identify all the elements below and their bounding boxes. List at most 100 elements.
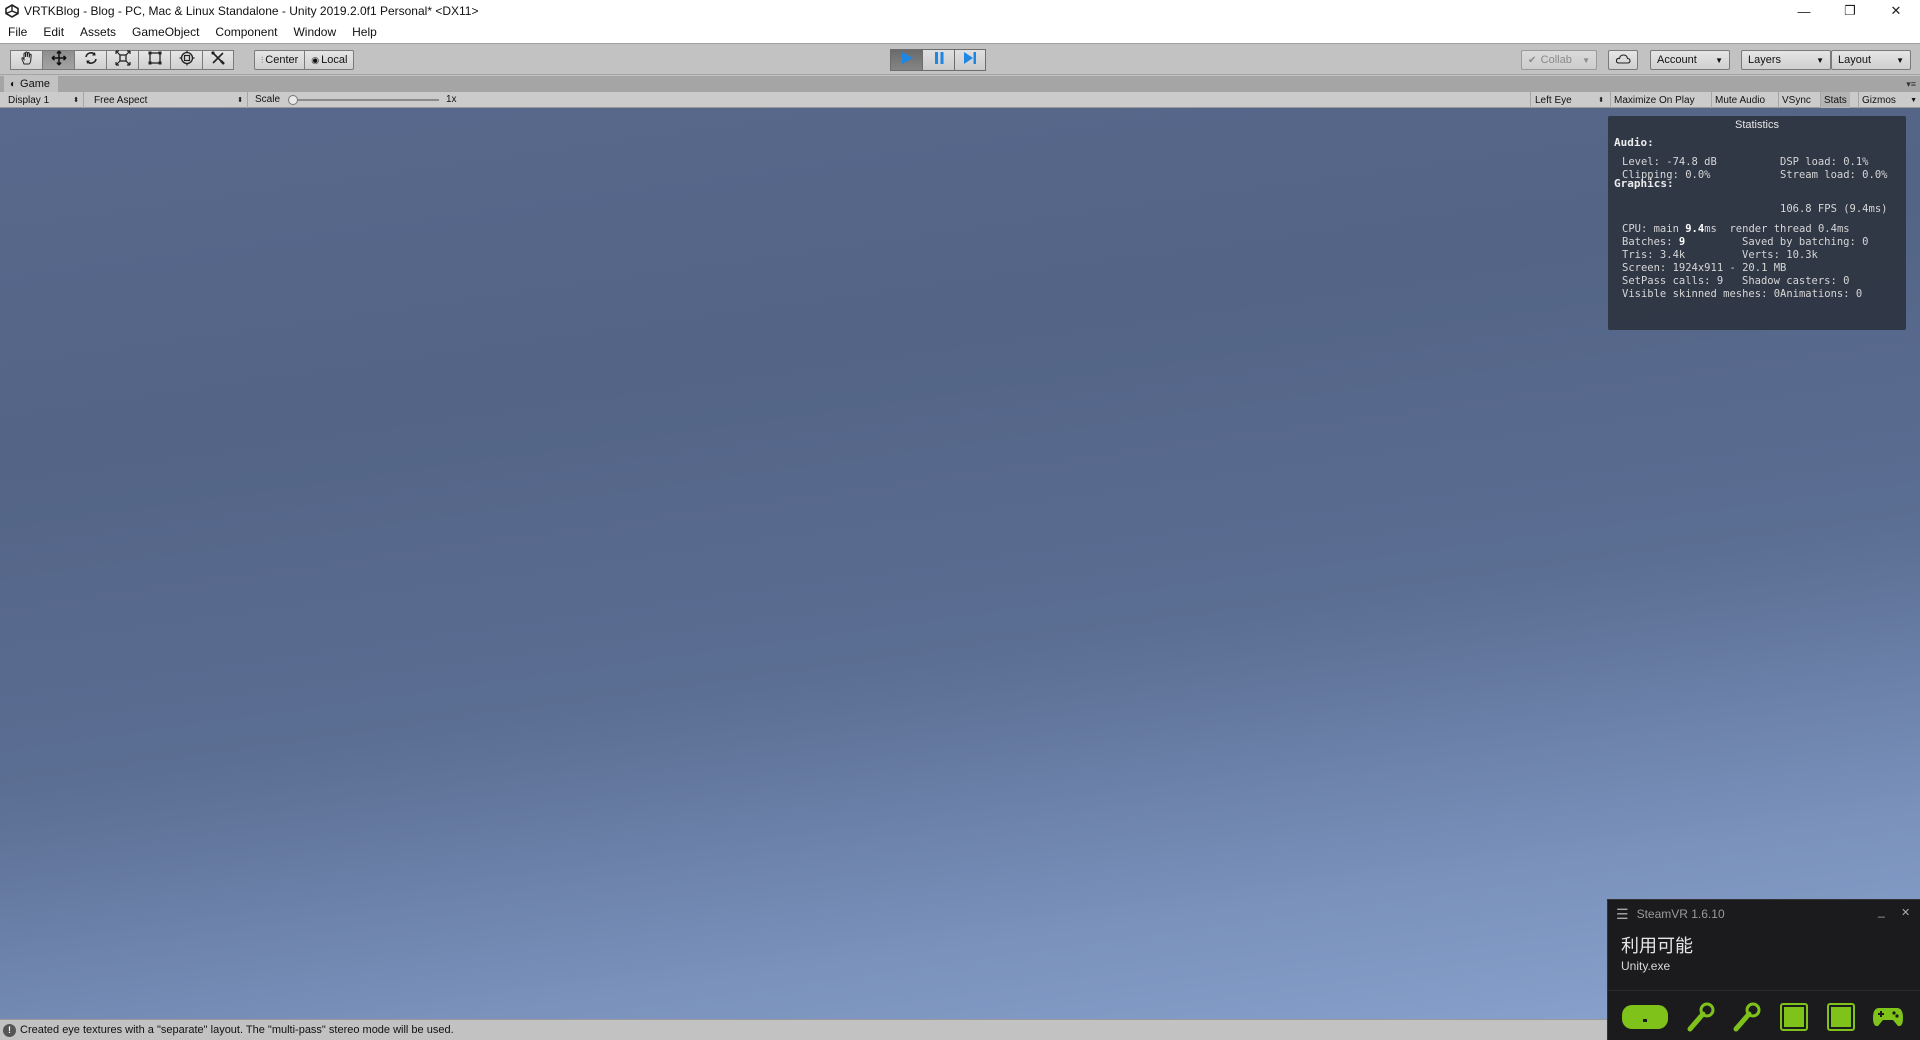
chevron-down-icon: ▼: [1715, 55, 1723, 65]
menu-window[interactable]: Window: [285, 22, 344, 43]
chevron-updown-icon: ⬍: [237, 97, 243, 104]
game-view-toolbar: Display 1 ⬍ Free Aspect ⬍ Scale 1x Left …: [0, 92, 1920, 108]
play-button[interactable]: [890, 49, 922, 71]
layers-dropdown[interactable]: Layers ▼: [1741, 50, 1831, 70]
stream-load: Stream load: 0.0%: [1780, 169, 1888, 181]
animations: Animations: 0: [1780, 288, 1863, 300]
custom-tool-icon: [210, 50, 226, 71]
minimize-icon[interactable]: _: [1878, 904, 1885, 918]
verts: Verts: 10.3k: [1742, 249, 1818, 261]
gamepad-icon[interactable]: [1872, 1006, 1904, 1028]
scale-value: 1x: [446, 94, 457, 105]
display-label: Display 1: [8, 94, 50, 106]
pause-button[interactable]: [922, 49, 954, 71]
status-message: Created eye textures with a "separate" l…: [20, 1024, 454, 1036]
menu-assets[interactable]: Assets: [72, 22, 124, 43]
collab-dropdown[interactable]: ✔ Collab ▼: [1521, 50, 1597, 70]
game-viewport[interactable]: Statistics Audio: Level: -74.8 dB DSP lo…: [0, 108, 1920, 1019]
panel-menu-icon[interactable]: ▾≡: [1906, 79, 1916, 90]
rotate-tool-icon: [83, 50, 99, 71]
base-station-2-icon[interactable]: [1827, 1003, 1855, 1031]
close-button[interactable]: ✕: [1873, 0, 1919, 22]
aspect-dropdown[interactable]: Free Aspect ⬍: [90, 92, 248, 108]
transform-tool-button[interactable]: [170, 50, 202, 70]
window-title: VRTKBlog - Blog - PC, Mac & Linux Standa…: [24, 4, 479, 18]
mute-audio-label: Mute Audio: [1715, 94, 1766, 106]
account-dropdown[interactable]: Account ▼: [1650, 50, 1730, 70]
saved-by-batching: Saved by batching: 0: [1742, 236, 1869, 248]
cpu-main-value: 9.4: [1685, 223, 1705, 235]
controller-right-icon[interactable]: [1732, 1002, 1762, 1032]
transform-tool-icon: [179, 50, 195, 71]
pivot-local-icon: ◉: [311, 54, 320, 65]
pivot-rotation-button[interactable]: ◉ Local: [305, 50, 355, 70]
rotate-tool-button[interactable]: [74, 50, 106, 70]
playback-controls: [890, 49, 986, 71]
rect-tool-button[interactable]: [138, 50, 170, 70]
maximize-button[interactable]: ❐: [1827, 0, 1873, 22]
tab-game[interactable]: ◐ Game: [4, 76, 59, 92]
collab-label: Collab: [1540, 54, 1572, 66]
pause-icon: [932, 51, 946, 70]
scale-slider-thumb[interactable]: [288, 95, 298, 105]
toggle-vsync[interactable]: VSync: [1778, 92, 1814, 108]
display-dropdown[interactable]: Display 1 ⬍: [4, 92, 84, 108]
shadow-casters: Shadow casters: 0: [1742, 275, 1850, 287]
account-label: Account: [1657, 54, 1697, 66]
statistics-overlay: Statistics Audio: Level: -74.8 dB DSP lo…: [1608, 116, 1906, 330]
headset-icon[interactable]: [1621, 1003, 1669, 1031]
cpu-suffix: ms render thread 0.4ms: [1704, 223, 1850, 235]
setpass-calls: SetPass calls: 9: [1622, 275, 1724, 287]
pivot-group: ⫶ Center ◉ Local: [254, 50, 355, 70]
menu-file[interactable]: File: [0, 22, 35, 43]
fps-readout: 106.8 FPS (9.4ms): [1780, 203, 1888, 215]
play-icon: [900, 51, 914, 70]
hamburger-menu-icon[interactable]: ☰: [1616, 906, 1629, 923]
close-icon[interactable]: ✕: [1901, 906, 1910, 919]
steamvr-status: 利用可能: [1621, 936, 1693, 956]
batches: Batches: 9: [1622, 236, 1685, 248]
menu-edit[interactable]: Edit: [35, 22, 72, 43]
menu-bar: File Edit Assets GameObject Component Wi…: [0, 22, 1920, 43]
minimize-button[interactable]: —: [1781, 0, 1827, 22]
layout-dropdown[interactable]: Layout ▼: [1831, 50, 1911, 70]
base-station-1-icon[interactable]: [1780, 1003, 1808, 1031]
collab-check-icon: ✔: [1528, 54, 1537, 66]
gizmos-label: Gizmos: [1862, 94, 1896, 106]
chevron-down-icon: ▼: [1582, 55, 1590, 65]
transform-tools: [10, 49, 234, 70]
steamvr-window: ☰ SteamVR 1.6.10 _ ✕ 利用可能 Unity.exe: [1607, 899, 1920, 1040]
gizmos-dropdown[interactable]: Gizmos ▼: [1858, 92, 1920, 108]
chevron-down-icon: ▼: [1816, 55, 1824, 65]
chevron-updown-icon: ⬍: [73, 97, 79, 104]
game-tab-icon: ◐: [10, 78, 17, 90]
toggle-stats[interactable]: Stats: [1820, 92, 1850, 108]
hand-tool-button[interactable]: [10, 50, 42, 70]
rect-tool-icon: [147, 50, 163, 71]
cloud-icon: [1615, 53, 1631, 68]
move-tool-button[interactable]: [42, 50, 74, 70]
pivot-mode-button[interactable]: ⫶ Center: [254, 50, 306, 70]
pivot-rotation-label: Local: [321, 54, 348, 66]
toggle-mute-audio[interactable]: Mute Audio: [1711, 92, 1768, 108]
info-icon: !: [3, 1023, 16, 1037]
batches-prefix: Batches:: [1622, 236, 1679, 248]
eye-dropdown[interactable]: Left Eye ⬍: [1530, 92, 1608, 108]
menu-component[interactable]: Component: [207, 22, 285, 43]
step-button[interactable]: [954, 49, 986, 71]
cpu-prefix: CPU: main: [1622, 223, 1686, 235]
aspect-label: Free Aspect: [94, 94, 148, 106]
scale-slider-track[interactable]: [292, 99, 439, 101]
steamvr-header: ☰ SteamVR 1.6.10 _ ✕: [1608, 900, 1920, 928]
toggle-maximize-on-play[interactable]: Maximize On Play: [1610, 92, 1698, 108]
scale-tool-button[interactable]: [106, 49, 138, 70]
custom-tool-button[interactable]: [202, 50, 234, 70]
pivot-center-icon: ⫶: [261, 54, 264, 65]
audio-heading: Audio:: [1614, 136, 1654, 149]
pivot-mode-label: Center: [265, 54, 299, 66]
menu-help[interactable]: Help: [344, 22, 385, 43]
menu-gameobject[interactable]: GameObject: [124, 22, 207, 43]
controller-left-icon[interactable]: [1686, 1002, 1716, 1032]
cloud-button[interactable]: [1608, 50, 1638, 70]
steamvr-title: SteamVR 1.6.10: [1636, 907, 1725, 921]
